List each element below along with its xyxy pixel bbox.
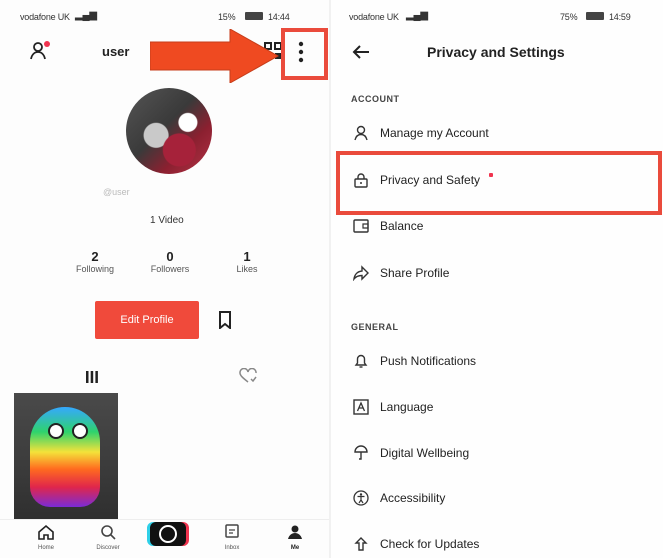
- menu-item-language[interactable]: Language: [351, 394, 651, 420]
- notification-dot-icon: [489, 173, 493, 177]
- nav-me[interactable]: Me: [285, 524, 305, 551]
- menu-item-push-notifications[interactable]: Push Notifications: [351, 348, 651, 374]
- profile-screen: vodafone UK ▂▄▆ 15% 14:44 user @user 1 V…: [0, 0, 330, 558]
- stat-followers-number: 0: [166, 249, 174, 264]
- more-options-highlight: [281, 28, 328, 80]
- nav-home[interactable]: Home: [34, 524, 58, 551]
- update-icon: [354, 537, 368, 551]
- signal-icon: ▂▄▆: [75, 10, 97, 21]
- stat-likes-label: Likes: [236, 264, 258, 274]
- bookmark-icon[interactable]: [218, 311, 232, 331]
- section-general-header: GENERAL: [351, 322, 399, 332]
- accessibility-icon: [353, 490, 369, 506]
- wellbeing-icon: [354, 445, 368, 460]
- menu-label-balance: Balance: [380, 219, 424, 233]
- menu-label-digital-wellbeing: Digital Wellbeing: [380, 446, 470, 460]
- status-time: 14:44: [268, 12, 290, 22]
- camera-icon: [159, 525, 177, 543]
- battery-icon-right: [586, 12, 604, 20]
- stat-following-number: 2: [91, 249, 99, 264]
- add-friend-icon[interactable]: [30, 40, 52, 62]
- tabbar-divider: [0, 519, 330, 520]
- profile-handle: @user: [103, 187, 130, 197]
- menu-item-accessibility[interactable]: Accessibility: [351, 485, 651, 511]
- settings-screen: vodafone UK ▂▄▆ 75% 14:59 Privacy and Se…: [331, 0, 663, 558]
- menu-label-language: Language: [380, 400, 434, 414]
- create-video-button[interactable]: [150, 522, 186, 546]
- stat-followers-label: Followers: [150, 264, 190, 274]
- nav-inbox[interactable]: Inbox: [221, 524, 243, 551]
- menu-item-share-profile[interactable]: Share Profile: [351, 260, 651, 286]
- stat-followers[interactable]: 0 Followers: [145, 249, 195, 274]
- share-icon: [353, 265, 369, 281]
- lock-icon: [354, 173, 368, 188]
- person-outline-icon: [354, 125, 368, 141]
- nav-inbox-label: Inbox: [224, 545, 240, 551]
- home-icon: [38, 524, 54, 540]
- page-title: Privacy and Settings: [427, 44, 565, 60]
- menu-label-accessibility: Accessibility: [380, 491, 446, 505]
- video-thumbnail[interactable]: [14, 393, 118, 519]
- menu-item-privacy-safety[interactable]: Privacy and Safety: [351, 167, 651, 193]
- pointer-arrow-icon: [150, 29, 280, 83]
- status-time-right: 14:59: [609, 12, 631, 22]
- nav-discover-label: Discover: [96, 545, 120, 551]
- battery-percent-right: 75%: [560, 12, 578, 22]
- carrier-label-right: vodafone UK: [349, 12, 399, 22]
- nav-discover[interactable]: Discover: [94, 524, 122, 551]
- liked-videos-tab-icon[interactable]: [239, 367, 257, 384]
- menu-label-push-notifications: Push Notifications: [380, 354, 477, 368]
- stat-likes-number: 1: [243, 249, 251, 264]
- menu-item-manage-account[interactable]: Manage my Account: [351, 120, 651, 146]
- monster-eye-left: [48, 423, 64, 439]
- battery-icon: [245, 12, 263, 20]
- back-arrow-icon[interactable]: [352, 44, 370, 60]
- stat-following-label: Following: [75, 264, 115, 274]
- menu-label-check-updates: Check for Updates: [380, 537, 480, 551]
- edit-profile-button[interactable]: Edit Profile: [95, 301, 199, 339]
- menu-item-digital-wellbeing[interactable]: Digital Wellbeing: [351, 440, 651, 466]
- search-icon: [101, 525, 116, 540]
- videos-grid-tab-icon[interactable]: [85, 370, 99, 384]
- more-options-icon[interactable]: [298, 40, 304, 64]
- nav-home-label: Home: [37, 545, 54, 551]
- language-icon: [353, 399, 369, 415]
- monster-eye-right: [72, 423, 88, 439]
- carrier-label: vodafone UK: [20, 12, 70, 22]
- menu-label-manage-account: Manage my Account: [380, 126, 489, 140]
- signal-icon-right: ▂▄▆: [406, 10, 428, 21]
- monster-toy-image: [30, 407, 100, 507]
- stat-likes[interactable]: 1 Likes: [222, 249, 272, 274]
- menu-item-balance[interactable]: Balance: [351, 213, 651, 239]
- nav-me-label: Me: [290, 545, 300, 551]
- wallet-icon: [353, 219, 369, 233]
- menu-item-check-updates[interactable]: Check for Updates: [351, 531, 651, 555]
- menu-label-share-profile: Share Profile: [380, 266, 450, 280]
- bell-icon: [354, 354, 368, 368]
- stat-following[interactable]: 2 Following: [70, 249, 120, 274]
- person-icon: [288, 525, 302, 539]
- video-count: 1 Video: [150, 215, 184, 226]
- avatar[interactable]: [126, 88, 212, 174]
- battery-percent: 15%: [218, 12, 236, 22]
- inbox-icon: [225, 524, 239, 538]
- profile-username: user: [102, 44, 130, 59]
- section-account-header: ACCOUNT: [351, 94, 400, 104]
- menu-label-privacy-safety: Privacy and Safety: [380, 173, 481, 187]
